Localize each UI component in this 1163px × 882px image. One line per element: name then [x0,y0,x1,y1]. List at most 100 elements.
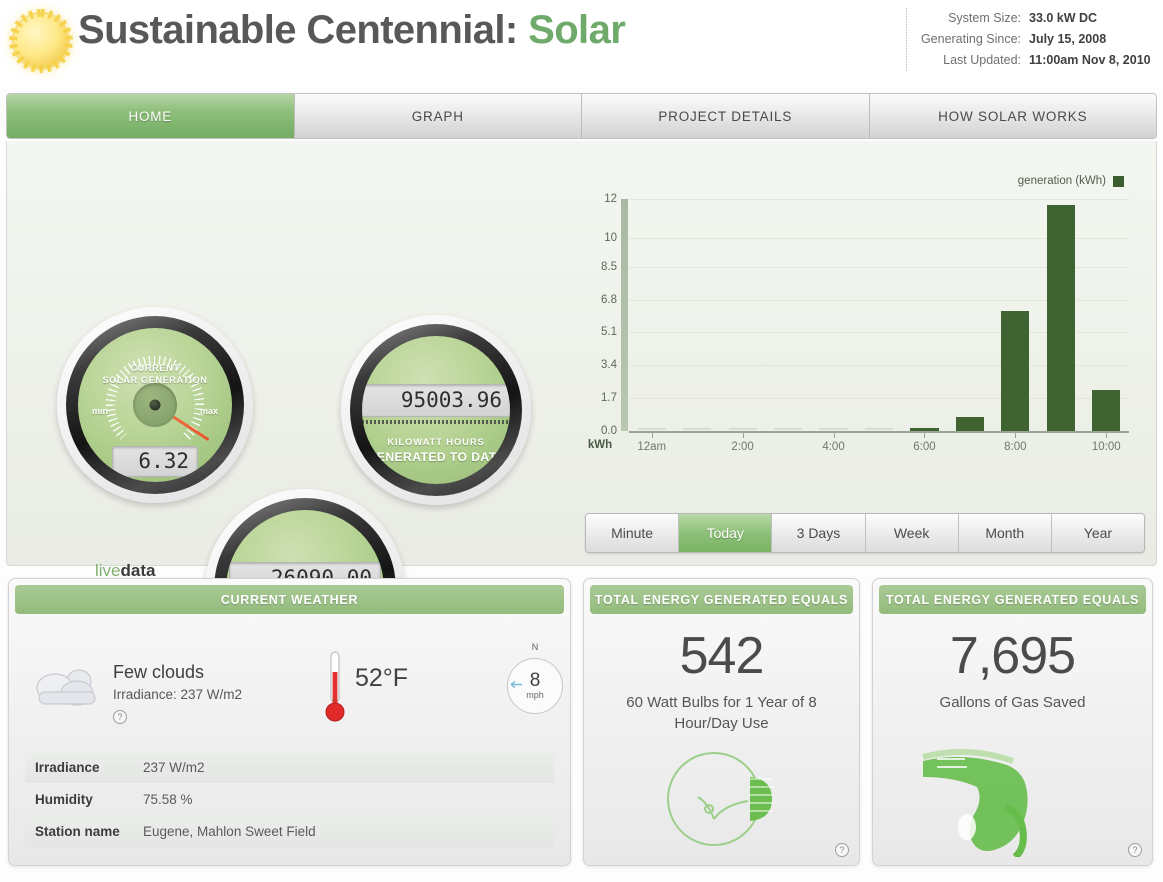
chart-y-axis-bar [621,199,628,431]
gauge-min-label: min [92,406,108,416]
time-range-selector: Minute Today 3 Days Week Month Year [585,513,1145,553]
chart-x-tick-label: 12am [637,441,666,453]
range-minute-label: Minute [611,525,653,541]
thermometer-icon [325,650,345,726]
tab-home[interactable]: HOME [7,94,295,138]
chart-x-tick-label: 10:00 [1092,441,1121,453]
weather-row-value: Eugene, Mahlon Sweet Field [143,824,316,839]
main-nav-tabs: HOME GRAPH PROJECT DETAILS HOW SOLAR WOR… [6,93,1157,139]
page-header: Sustainable Centennial: Solar System Siz… [0,0,1163,88]
page-title: Sustainable Centennial: Solar [78,8,625,53]
gas-help-icon[interactable]: ? [1128,843,1142,857]
range-month-label: Month [985,525,1024,541]
chart-bar [1001,311,1029,431]
chart-y-tick-label: 1.7 [601,392,617,404]
gauge-face: CURRENT SOLAR GENERATION min max 6.32 KW… [78,328,232,482]
chart-y-tick-label: 3.4 [601,359,617,371]
chart-x-tick-mark [1106,431,1107,438]
dashboard-page: Sustainable Centennial: Solar System Siz… [0,0,1163,882]
chart-gridline [629,199,1129,200]
chart-y-tick-label: 6.8 [601,294,617,306]
energy-equals-bulbs-card: TOTAL ENERGY GENERATED EQUALS 542 60 Wat… [583,578,860,866]
system-size-row: System Size: 33.0 kW DC [921,8,1153,29]
gauge-hub [133,383,177,427]
range-today-label: Today [707,525,744,541]
gas-card-header: TOTAL ENERGY GENERATED EQUALS [879,585,1146,614]
bulbs-help-icon[interactable]: ? [835,843,849,857]
energy-equals-gas-card: TOTAL ENERGY GENERATED EQUALS 7,695 Gall… [872,578,1153,866]
gauge-current-title-line1: CURRENT [78,362,232,374]
generating-since-label: Generating Since: [921,29,1021,50]
weather-help-icon[interactable]: ? [113,710,127,724]
page-title-main: Sustainable Centennial: [78,8,518,52]
bulbs-description: 60 Watt Bulbs for 1 Year of 8 Hour/Day U… [584,686,859,734]
compass-north-label: N [507,642,563,652]
current-weather-header: CURRENT WEATHER [15,585,564,614]
page-title-accent: Solar [528,8,625,52]
range-3-days[interactable]: 3 Days [772,514,865,552]
chart-y-tick-label: 5.1 [601,326,617,338]
tab-how-solar-works-label: HOW SOLAR WORKS [938,109,1087,124]
range-today[interactable]: Today [679,514,772,552]
main-panel: CURRENT SOLAR GENERATION min max 6.32 KW… [6,141,1157,566]
generation-bar-chart: generation (kWh) 0.01.73.45.16.88.51012 … [577,171,1142,501]
chart-x-tick-label: 2:00 [731,441,753,453]
tab-graph[interactable]: GRAPH [295,94,583,138]
generating-since-row: Generating Since: July 15, 2008 [921,29,1153,50]
range-3-days-label: 3 Days [797,525,841,541]
wind-speed-unit: mph [526,690,544,700]
chart-x-tick-mark [924,431,925,438]
last-updated-label: Last Updated: [943,50,1021,71]
gas-pump-nozzle-icon [873,741,1154,857]
last-updated-value: 11:00am Nov 8, 2010 [1021,50,1153,71]
table-row: Station name Eugene, Mahlon Sweet Field [25,815,554,847]
chart-y-tick-label: 8.5 [601,261,617,273]
gauge-current-readout: 6.32 [112,446,198,477]
range-month[interactable]: Month [959,514,1052,552]
weather-row-key: Station name [25,824,143,839]
chart-y-tick-label: 0.0 [601,425,617,437]
system-size-label: System Size: [948,8,1021,29]
chart-x-axis-ticks: 12am2:004:006:008:0010:00 [629,431,1129,439]
gauge-face: 95003.96 KILOWATT HOURS GENERATED TO DAT… [362,336,510,484]
chart-bar [1092,390,1120,431]
gauge-current-solar-generation: CURRENT SOLAR GENERATION min max 6.32 KW… [57,307,253,503]
gauge-generated-to-date: 95003.96 KILOWATT HOURS GENERATED TO DAT… [341,315,531,505]
range-week[interactable]: Week [866,514,959,552]
gauge-generated-readout: 95003.96 [362,384,510,417]
weather-details-table: Irradiance 237 W/m2 Humidity 75.58 % Sta… [25,751,554,847]
weather-row-value: 75.58 % [143,792,193,807]
chart-legend-swatch [1113,176,1124,187]
chart-x-tick-mark [834,431,835,438]
temperature-value: 52°F [355,664,408,693]
system-size-value: 33.0 kW DC [1021,8,1153,29]
tab-how-solar-works[interactable]: HOW SOLAR WORKS [870,94,1157,138]
chart-x-tick-mark [743,431,744,438]
weather-condition: Few clouds [113,662,242,683]
range-minute[interactable]: Minute [586,514,679,552]
weather-row-key: Irradiance [25,760,143,775]
wind-direction-arrow-icon [509,680,523,689]
chart-y-tick-label: 10 [604,232,617,244]
range-year-label: Year [1084,525,1112,541]
chart-x-tick-label: 4:00 [822,441,844,453]
chart-plot-area [629,199,1129,431]
tab-project-details[interactable]: PROJECT DETAILS [582,94,870,138]
chart-x-tick-label: 6:00 [913,441,935,453]
range-week-label: Week [894,525,930,541]
cloud-icon [27,666,113,712]
wind-speed-value: 8 [530,672,541,690]
gas-gallons: 7,695 [873,626,1152,686]
gas-description: Gallons of Gas Saved [873,686,1152,713]
tab-home-label: HOME [128,109,172,124]
chart-legend: generation (kWh) [1018,175,1124,187]
chart-bar [956,417,984,432]
range-year[interactable]: Year [1052,514,1144,552]
chart-bar [1047,205,1075,431]
bulbs-card-header: TOTAL ENERGY GENERATED EQUALS [590,585,853,614]
weather-irradiance-inline: Irradiance: 237 W/m2 [113,687,242,702]
system-info: System Size: 33.0 kW DC Generating Since… [906,8,1153,71]
tab-graph-label: GRAPH [412,109,464,124]
chart-y-axis-labels: 0.01.73.45.16.88.51012 [577,199,617,431]
table-row: Irradiance 237 W/m2 [25,751,554,783]
